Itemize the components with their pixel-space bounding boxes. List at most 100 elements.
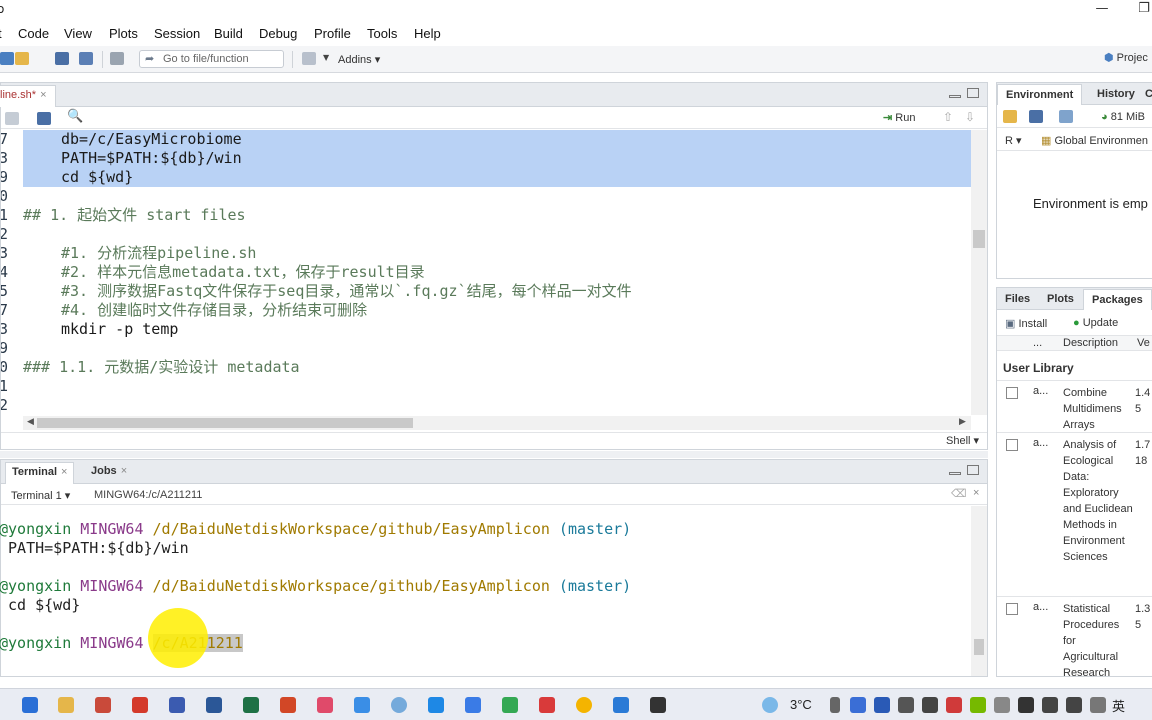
- update-button[interactable]: ● Update: [1073, 317, 1118, 329]
- app-icon[interactable]: [317, 697, 333, 713]
- word-icon[interactable]: [206, 697, 222, 713]
- scroll-thumb[interactable]: [973, 230, 985, 248]
- down-arrow-icon[interactable]: ⇩: [965, 110, 975, 124]
- volume-icon[interactable]: [1066, 697, 1082, 713]
- tab-jobs[interactable]: Jobs ×: [85, 462, 133, 484]
- addins-menu[interactable]: Addins ▾: [338, 53, 380, 66]
- media-player-icon[interactable]: [502, 697, 518, 713]
- code-line[interactable]: 9: [1, 339, 971, 358]
- code-line[interactable]: 7 #4. 创建临时文件存储目录，分析结束可删除: [1, 301, 971, 320]
- app-icon[interactable]: [354, 697, 370, 713]
- package-name[interactable]: a...: [1033, 601, 1048, 613]
- project-menu[interactable]: ⬢ Projec: [1104, 51, 1148, 64]
- menu-view[interactable]: View: [64, 26, 92, 41]
- code-line[interactable]: 3 PATH=$PATH:${db}/win: [1, 149, 971, 168]
- col-name-header[interactable]: ...: [1033, 337, 1042, 349]
- terminal-output[interactable]: @yongxin MINGW64 /d/BaiduNetdiskWorkspac…: [0, 520, 971, 670]
- scroll-left-icon[interactable]: ◀: [27, 417, 34, 427]
- package-name[interactable]: a...: [1033, 385, 1048, 397]
- file-explorer-icon[interactable]: [58, 697, 74, 713]
- scroll-thumb[interactable]: [974, 639, 984, 655]
- excel-icon[interactable]: [243, 697, 259, 713]
- tab-connections[interactable]: C: [1137, 84, 1152, 105]
- search-icon[interactable]: 🔍: [67, 109, 83, 124]
- app-icon[interactable]: [922, 697, 938, 713]
- save-icon[interactable]: [1029, 110, 1043, 123]
- minimize-pane-icon[interactable]: [949, 472, 961, 475]
- code-line[interactable]: 0 ### 1.1. 元数据/实验设计 metadata: [1, 358, 971, 377]
- menu-plots[interactable]: Plots: [109, 26, 138, 41]
- language-selector[interactable]: R ▾: [1005, 134, 1022, 147]
- import-dataset-icon[interactable]: [1059, 110, 1073, 123]
- load-workspace-icon[interactable]: [1003, 110, 1017, 123]
- bluetooth-icon[interactable]: [874, 697, 890, 713]
- chrome-icon[interactable]: [576, 697, 592, 713]
- menu-code[interactable]: Code: [18, 26, 49, 41]
- package-row[interactable]: a... Statistical Procedures for Agricultu…: [997, 596, 1152, 676]
- close-icon[interactable]: ×: [61, 466, 67, 478]
- tab-environment[interactable]: Environment: [997, 84, 1083, 105]
- grid-layout-icon[interactable]: [302, 52, 316, 65]
- back-icon[interactable]: [5, 112, 19, 125]
- editor-tab-pipeline[interactable]: line.sh* ×: [0, 85, 56, 107]
- tray-expand-icon[interactable]: [830, 697, 840, 713]
- menu-debug[interactable]: Debug: [259, 26, 297, 41]
- menu-profile[interactable]: Profile: [314, 26, 351, 41]
- close-icon[interactable]: ×: [40, 89, 46, 101]
- save-icon[interactable]: [55, 52, 69, 65]
- scroll-thumb[interactable]: [37, 418, 413, 428]
- menu-build[interactable]: Build: [214, 26, 243, 41]
- broom-icon[interactable]: ⌫: [951, 487, 967, 500]
- app-icon[interactable]: [650, 697, 666, 713]
- save-all-icon[interactable]: [79, 52, 93, 65]
- code-line[interactable]: 3 mkdir -p temp: [1, 320, 971, 339]
- package-row[interactable]: a... Combine Multidimens Arrays 1.4 5: [997, 380, 1152, 431]
- minimize-button[interactable]: —: [1092, 1, 1112, 16]
- install-button[interactable]: ▣ Install: [1005, 317, 1047, 330]
- package-name[interactable]: a...: [1033, 437, 1048, 449]
- editor-vertical-scrollbar[interactable]: [971, 130, 987, 415]
- app-icon[interactable]: [95, 697, 111, 713]
- app-icon[interactable]: [898, 697, 914, 713]
- code-line[interactable]: 9 cd ${wd}: [1, 168, 971, 187]
- terminal-scrollbar[interactable]: [971, 506, 987, 676]
- open-folder-icon[interactable]: [15, 52, 29, 65]
- code-line[interactable]: 2: [1, 225, 971, 244]
- menu-session[interactable]: Session: [154, 26, 200, 41]
- maximize-pane-icon[interactable]: [967, 465, 979, 475]
- up-arrow-icon[interactable]: ⇧: [943, 110, 953, 124]
- scope-selector[interactable]: ▦ Global Environmen: [1041, 134, 1148, 147]
- tab-plots[interactable]: Plots: [1039, 289, 1082, 310]
- powerpoint-icon[interactable]: [280, 697, 296, 713]
- code-line[interactable]: 2: [1, 396, 971, 415]
- app-icon[interactable]: [994, 697, 1010, 713]
- code-line[interactable]: 5 #3. 测序数据Fastq文件保存于seq目录，通常以`.fq.gz`结尾，每…: [1, 282, 971, 301]
- package-row[interactable]: a... Analysis of Ecological Data: Explora…: [997, 432, 1152, 596]
- tab-terminal[interactable]: Terminal ×: [5, 462, 75, 484]
- code-line[interactable]: 1 ## 1. 起始文件 start files: [1, 206, 971, 225]
- code-line[interactable]: 7 db=/c/EasyMicrobiome: [1, 130, 971, 149]
- app-icon[interactable]: [1090, 697, 1106, 713]
- save-icon[interactable]: [37, 112, 51, 125]
- app-icon[interactable]: [428, 697, 444, 713]
- close-icon[interactable]: ×: [973, 487, 979, 499]
- pane-splitter[interactable]: [0, 451, 988, 458]
- rstudio-icon[interactable]: [391, 697, 407, 713]
- terminal-selector[interactable]: Terminal 1 ▾: [11, 489, 70, 502]
- vscode-icon[interactable]: [613, 697, 629, 713]
- maximize-pane-icon[interactable]: [967, 88, 979, 98]
- app-icon[interactable]: [946, 697, 962, 713]
- filezilla-icon[interactable]: [132, 697, 148, 713]
- code-area[interactable]: 7 db=/c/EasyMicrobiome 3 PATH=$PATH:${db}/w…: [1, 130, 971, 415]
- tab-files[interactable]: Files: [997, 289, 1038, 310]
- layout-dropdown-icon[interactable]: ▼: [323, 53, 329, 62]
- scroll-right-icon[interactable]: ▶: [959, 417, 966, 427]
- run-button[interactable]: ⇥ Run: [883, 111, 915, 124]
- col-description-header[interactable]: Description: [1063, 337, 1118, 349]
- input-method-indicator[interactable]: 英: [1112, 696, 1125, 715]
- file-type-selector[interactable]: Shell ▾: [946, 434, 979, 447]
- package-checkbox[interactable]: [1006, 603, 1018, 615]
- code-line[interactable]: 1: [1, 377, 971, 396]
- memory-indicator[interactable]: ◕ 81 MiB: [1101, 111, 1145, 123]
- menu-tools[interactable]: Tools: [367, 26, 397, 41]
